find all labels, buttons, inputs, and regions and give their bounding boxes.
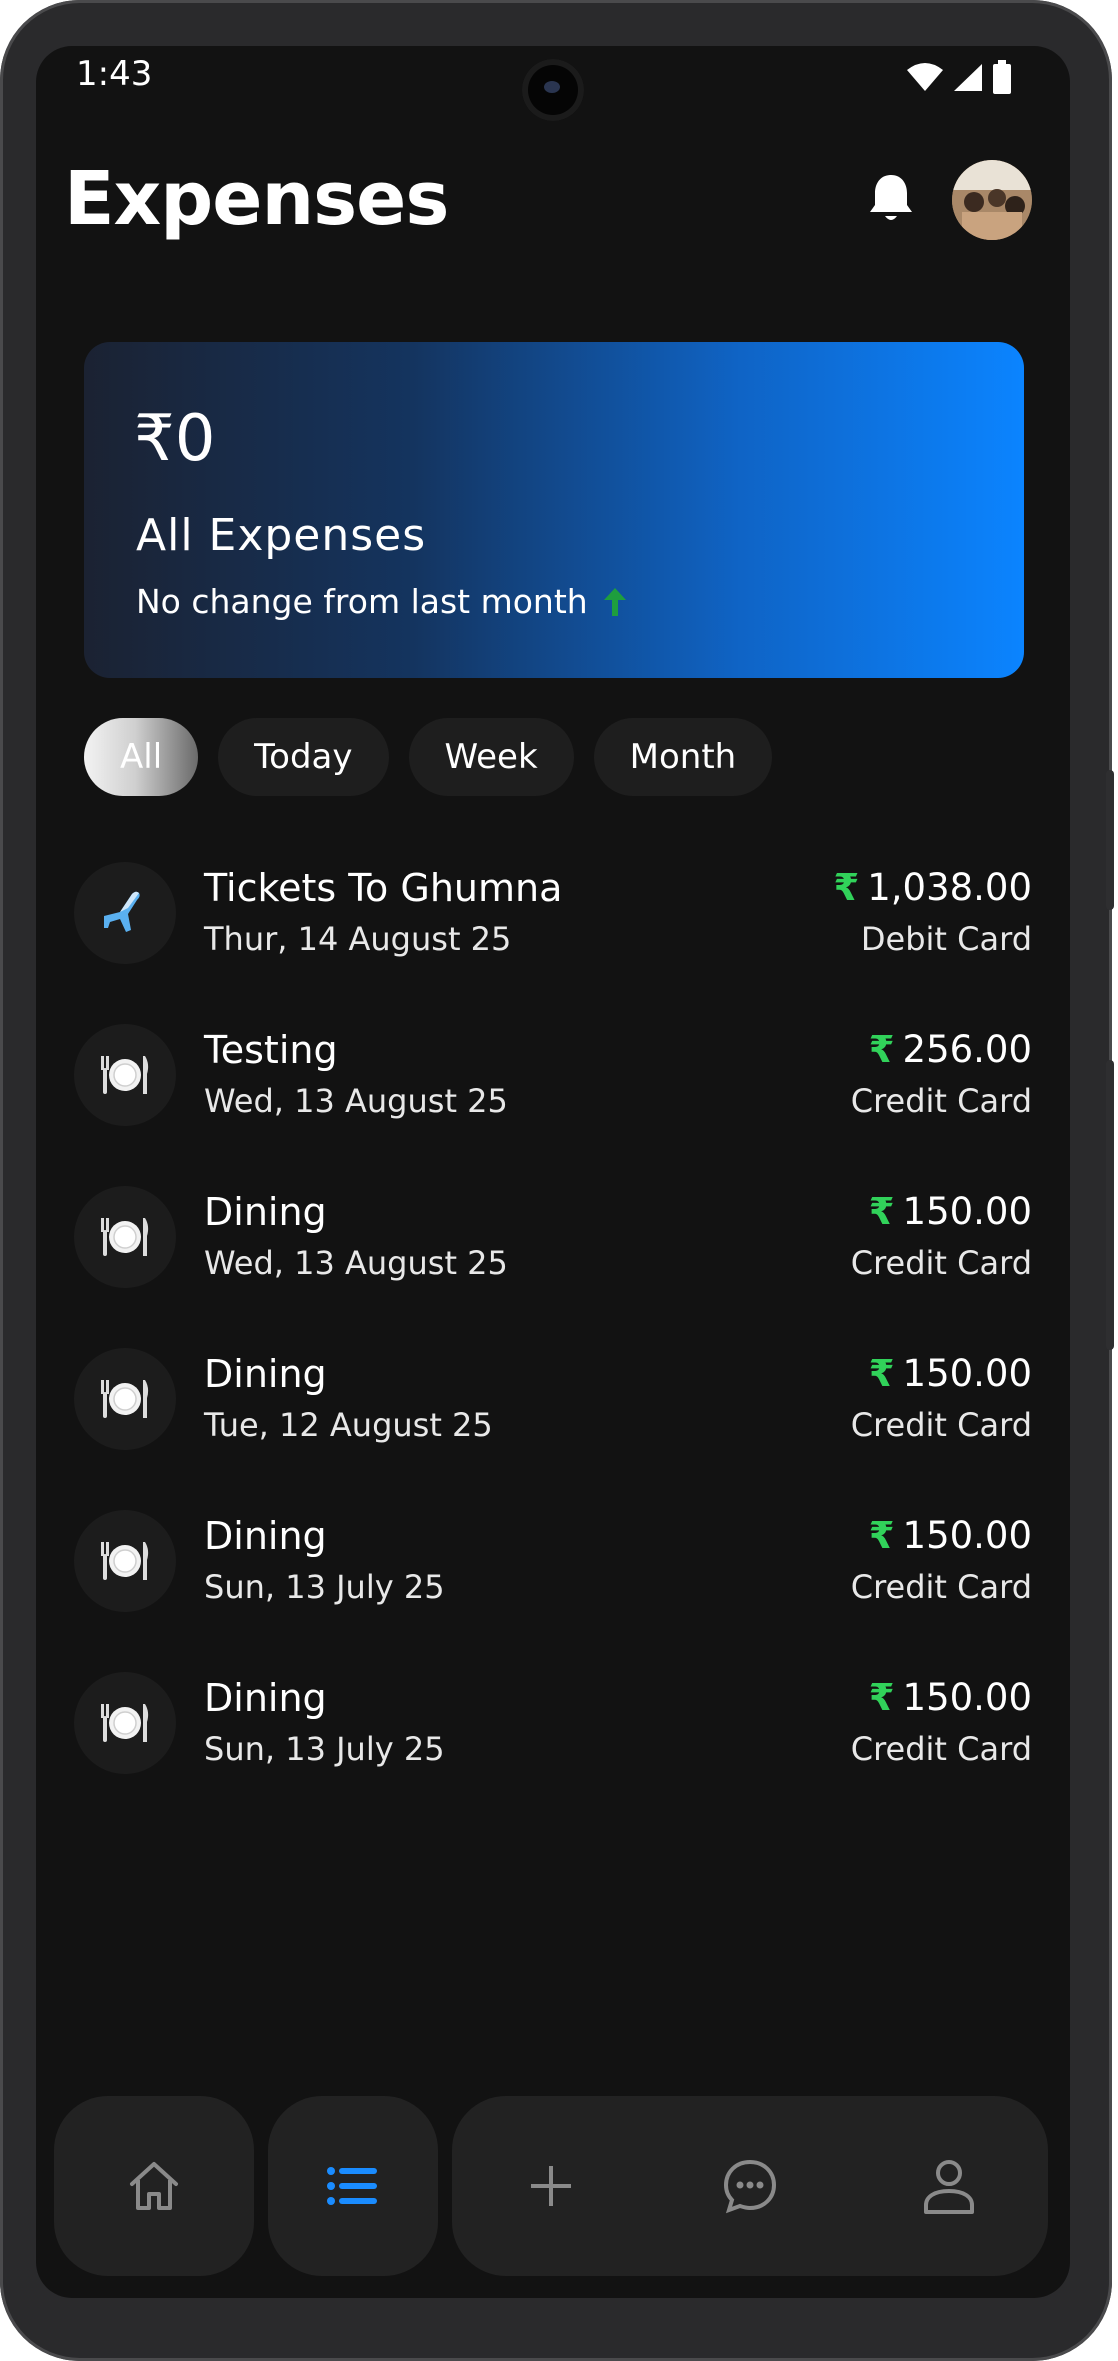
front-camera (522, 59, 584, 121)
status-bar: 1:43 (36, 46, 1070, 121)
change-text: No change from last month (136, 582, 588, 621)
filter-month[interactable]: Month (593, 718, 773, 796)
profile-icon (923, 2160, 974, 2214)
bell-icon[interactable] (866, 171, 916, 226)
expense-date: Sun, 13 July 25 (204, 1730, 445, 1768)
plate-icon (74, 1186, 176, 1288)
app-screen: 1:43 Expenses ₹0 All Expenses No change … (36, 46, 1070, 2298)
currency-symbol: ₹ (868, 1676, 895, 1719)
filter-week[interactable]: Week (408, 718, 574, 796)
battery-icon (993, 60, 1011, 94)
expense-date: Sun, 13 July 25 (204, 1568, 445, 1606)
expense-title: Dining (204, 1676, 327, 1720)
plate-icon (74, 1024, 176, 1126)
payment-method: Credit Card (850, 1730, 1032, 1768)
nav-expenses-list[interactable] (268, 2096, 438, 2276)
list-icon (327, 2167, 377, 2205)
page-title: Expenses (64, 156, 449, 242)
nav-add[interactable] (481, 2116, 621, 2256)
volume-button (1106, 1060, 1114, 1350)
expense-title: Dining (204, 1190, 327, 1234)
amount-value: 150.00 (902, 1190, 1032, 1233)
expense-row[interactable]: Testing Wed, 13 August 25 ₹256.00 Credit… (36, 1024, 1070, 1186)
chat-icon (723, 2159, 776, 2214)
signal-icon (954, 64, 982, 91)
currency-symbol: ₹ (833, 866, 860, 909)
currency-symbol: ₹ (868, 1190, 895, 1233)
payment-method: Credit Card (850, 1082, 1032, 1120)
plate-icon (74, 1348, 176, 1450)
avatar[interactable] (952, 160, 1032, 240)
expense-row[interactable]: Tickets To Ghumna Thur, 14 August 25 ₹1,… (36, 862, 1070, 1024)
expense-title: Dining (204, 1514, 327, 1558)
summary-label: All Expenses (136, 510, 427, 561)
expense-row[interactable]: Dining Sun, 13 July 25 ₹150.00 Credit Ca… (36, 1672, 1070, 1834)
expense-title: Testing (204, 1028, 338, 1072)
plate-icon (74, 1672, 176, 1774)
amount-value: 1,038.00 (867, 866, 1032, 909)
summary-card[interactable]: ₹0 All Expenses No change from last mont… (84, 342, 1024, 678)
filter-chips: All Today Week Month (84, 718, 773, 796)
expense-date: Wed, 13 August 25 (204, 1082, 508, 1120)
plus-icon (531, 2166, 572, 2206)
plate-icon (74, 1510, 176, 1612)
expense-amount: ₹150.00 (869, 1514, 1032, 1557)
expense-date: Wed, 13 August 25 (204, 1244, 508, 1282)
currency-symbol: ₹ (134, 402, 175, 476)
expense-amount: ₹150.00 (869, 1352, 1032, 1395)
wifi-icon (907, 63, 943, 91)
nav-profile[interactable] (879, 2116, 1019, 2256)
arrow-up-icon (603, 587, 626, 616)
payment-method: Debit Card (860, 920, 1032, 958)
total-value: 0 (174, 402, 216, 476)
payment-method: Credit Card (850, 1244, 1032, 1282)
avatar-photo (952, 160, 1032, 240)
currency-symbol: ₹ (868, 1514, 895, 1557)
expense-title: Tickets To Ghumna (204, 866, 563, 910)
amount-value: 150.00 (902, 1514, 1032, 1557)
amount-value: 150.00 (902, 1352, 1032, 1395)
power-button (1106, 770, 1114, 910)
expense-row[interactable]: Dining Sun, 13 July 25 ₹150.00 Credit Ca… (36, 1510, 1070, 1672)
filter-today[interactable]: Today (218, 718, 389, 796)
expense-date: Tue, 12 August 25 (204, 1406, 493, 1444)
payment-method: Credit Card (850, 1406, 1032, 1444)
expense-amount: ₹256.00 (869, 1028, 1032, 1071)
expense-amount: ₹150.00 (869, 1676, 1032, 1719)
expense-row[interactable]: Dining Tue, 12 August 25 ₹150.00 Credit … (36, 1348, 1070, 1510)
amount-value: 150.00 (902, 1676, 1032, 1719)
expense-amount: ₹1,038.00 (833, 866, 1032, 909)
home-icon (130, 2162, 178, 2210)
payment-method: Credit Card (850, 1568, 1032, 1606)
filter-all[interactable]: All (84, 718, 199, 796)
expense-date: Thur, 14 August 25 (204, 920, 512, 958)
currency-symbol: ₹ (868, 1352, 895, 1395)
total-amount: ₹0 (134, 402, 215, 476)
currency-symbol: ₹ (868, 1028, 895, 1071)
expense-amount: ₹150.00 (869, 1190, 1032, 1233)
airplane-icon (74, 862, 176, 964)
change-indicator: No change from last month (136, 582, 628, 621)
expense-title: Dining (204, 1352, 327, 1396)
bottom-navigation (36, 2096, 1070, 2282)
nav-chat[interactable] (680, 2116, 820, 2256)
nav-group (452, 2096, 1048, 2276)
expense-row[interactable]: Dining Wed, 13 August 25 ₹150.00 Credit … (36, 1186, 1070, 1348)
status-icons (906, 60, 1012, 94)
status-time: 1:43 (76, 54, 153, 94)
amount-value: 256.00 (902, 1028, 1032, 1071)
nav-home[interactable] (54, 2096, 254, 2276)
